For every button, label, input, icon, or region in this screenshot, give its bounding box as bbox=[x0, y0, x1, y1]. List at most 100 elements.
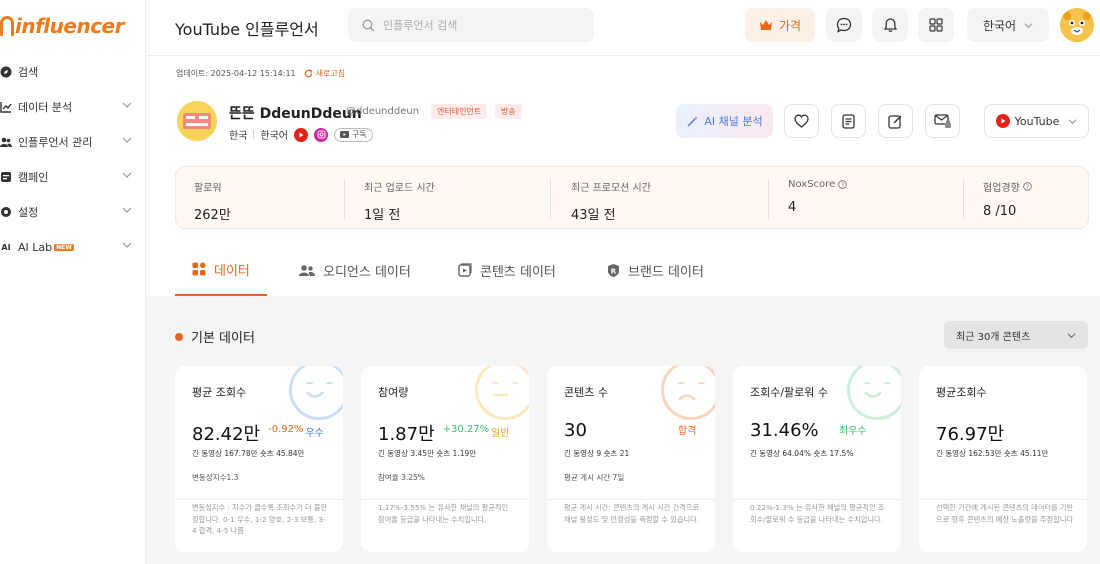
email-button[interactable] bbox=[925, 104, 960, 138]
info-icon[interactable]: ? bbox=[1022, 182, 1032, 191]
search-input[interactable] bbox=[383, 18, 583, 32]
section-title-text: 기본 데이터 bbox=[191, 331, 255, 346]
category-tag[interactable]: 방송 bbox=[495, 104, 522, 119]
tab-label: 브랜드 데이터 bbox=[628, 264, 704, 280]
edit-button[interactable] bbox=[878, 104, 913, 138]
sidebar-item-label: 데이터 분석 bbox=[18, 101, 73, 114]
chat-button[interactable] bbox=[826, 8, 862, 42]
stat-value: 1일 전 bbox=[364, 208, 401, 223]
card-title: 콘텐츠 수 bbox=[564, 386, 608, 399]
language-label: 한국어 bbox=[982, 18, 1017, 33]
card-change: -0.92% bbox=[268, 424, 304, 435]
notification-button[interactable] bbox=[872, 8, 908, 42]
mail-lock-icon bbox=[933, 114, 951, 128]
chevron-down-icon bbox=[1024, 22, 1033, 28]
compass-icon bbox=[0, 66, 12, 78]
sidebar-item-label: AI Lab bbox=[18, 240, 53, 254]
search-box[interactable] bbox=[348, 8, 594, 42]
sidebar-item-settings[interactable]: 설정 bbox=[0, 201, 146, 223]
card-description: 1.17%-3.55% 는 유사한 채널의 평균적인 참여율 등급을 나타내는 … bbox=[378, 503, 509, 524]
apps-button[interactable] bbox=[918, 8, 954, 42]
youtube-icon[interactable] bbox=[294, 127, 309, 142]
logo-text: influencer bbox=[15, 14, 124, 38]
logo[interactable]: influencer bbox=[0, 12, 124, 40]
language-label: 한국어 bbox=[260, 131, 289, 142]
divider bbox=[361, 499, 529, 500]
subscribe-label: 구독 bbox=[352, 130, 367, 139]
tab-audience-data[interactable]: 오디언스 데이터 bbox=[282, 244, 428, 296]
info-icon[interactable]: ? bbox=[838, 180, 848, 189]
stat-value: 43일 전 bbox=[571, 208, 616, 223]
user-avatar[interactable] bbox=[1060, 8, 1094, 42]
instagram-icon[interactable] bbox=[314, 127, 329, 142]
campaign-icon bbox=[0, 171, 12, 183]
card-value: 1.87만 bbox=[378, 424, 435, 445]
metric-card: 평균 조회수 82.42만 -0.92% 우수 긴 동영상 167.78만 숏츠 45.… bbox=[175, 366, 343, 552]
card-description: 변동성지수 : 지수가 클수록 조회수가 더 불안정합니다. 0-1 우수, 1… bbox=[192, 503, 328, 535]
divider bbox=[547, 499, 715, 500]
subscribe-chip[interactable]: 구독 bbox=[334, 127, 373, 142]
magic-wand-icon bbox=[687, 115, 699, 127]
platform-select[interactable]: YouTube bbox=[984, 104, 1089, 138]
stat-label: NoxScore bbox=[788, 179, 836, 190]
metric-card: 평균조회수 76.97만 긴 동영상 162.53만 숏츠 45.11만 선택한 기간… bbox=[919, 366, 1087, 552]
chevron-down-icon bbox=[122, 102, 132, 108]
chevron-down-icon bbox=[122, 242, 132, 248]
stat-label-row: NoxScore ? bbox=[788, 179, 848, 190]
card-title: 참여량 bbox=[378, 386, 409, 399]
card-sub: 긴 동영상 167.78만 숏츠 45.84만 bbox=[192, 449, 305, 458]
sidebar-item-label: 설정 bbox=[18, 206, 39, 219]
metric-card: 조회수/팔로워 수 31.46% 최우수 긴 동영상 64.04% 숏츠 17.5% 0… bbox=[733, 366, 901, 552]
stat-label: 최근 업로드 시간 bbox=[364, 183, 435, 194]
language-select[interactable]: 한국어 bbox=[967, 8, 1049, 42]
divider bbox=[253, 130, 255, 139]
youtube-small-icon bbox=[340, 131, 350, 138]
price-button[interactable]: 가격 bbox=[745, 8, 815, 42]
chart-icon bbox=[0, 101, 12, 113]
metric-card: 참여량 1.87만 +30.27% 일반 긴 동영상 3.45만 숏츠 1.19만 참여율… bbox=[361, 366, 529, 552]
grid-apps-icon bbox=[929, 18, 943, 32]
update-row: 업데이트: 2025-04-12 15:14:11 새로고침 bbox=[176, 68, 345, 79]
card-title: 평균조회수 bbox=[936, 386, 987, 399]
ai-channel-analysis-button[interactable]: AI 채널 분석 bbox=[676, 104, 773, 138]
stat-noxscore: NoxScore ? 4 bbox=[788, 179, 848, 215]
sidebar-item-data-analysis[interactable]: 데이터 분석 bbox=[0, 96, 146, 118]
sidebar-item-influencer-management[interactable]: 인플루언서 관리 bbox=[0, 131, 146, 153]
divider bbox=[175, 499, 343, 500]
card-value: 82.42만 bbox=[192, 424, 261, 445]
stat-value: 8 /10 bbox=[983, 204, 1017, 219]
card-title: 조회수/팔로워 수 bbox=[750, 386, 829, 399]
category-tag[interactable]: 엔터테인먼트 bbox=[431, 104, 488, 119]
card-value: 76.97만 bbox=[936, 424, 1005, 445]
sidebar-item-search[interactable]: 검색 bbox=[0, 61, 146, 83]
stat-label: 협업경향 bbox=[983, 183, 1020, 194]
refresh-button[interactable]: 새로고침 bbox=[304, 68, 345, 79]
divider bbox=[550, 179, 551, 219]
card-description: 0.22%-1.3% 는 유사한 채널의 평균적인 조회수/팔로워 수 등급을 … bbox=[750, 503, 885, 524]
youtube-icon bbox=[995, 114, 1010, 128]
face-happy-icon bbox=[289, 366, 343, 420]
favorite-button[interactable] bbox=[784, 104, 819, 138]
sidebar-item-campaign[interactable]: 캠페인 bbox=[0, 166, 146, 188]
divider bbox=[919, 499, 1087, 500]
tab-label: 데이터 bbox=[214, 263, 250, 279]
range-select[interactable]: 최근 30개 콘텐츠 bbox=[944, 321, 1088, 349]
report-button[interactable] bbox=[831, 104, 866, 138]
tab-content-data[interactable]: 콘텐츠 데이터 bbox=[441, 244, 573, 296]
chevron-down-icon bbox=[122, 207, 132, 213]
card-sub2: 참여율 3.25% bbox=[378, 473, 425, 482]
sidebar-item-ai-lab[interactable]: AI AI Lab NEW bbox=[0, 236, 146, 258]
card-grade: 일반 bbox=[491, 428, 510, 439]
stat-value: 4 bbox=[788, 200, 797, 215]
platform-label: YouTube bbox=[1014, 114, 1060, 128]
page-title: YouTube 인플루언서 bbox=[175, 20, 319, 39]
card-sub2: 평균 게시 시간 7일 bbox=[564, 473, 625, 482]
edit-icon bbox=[888, 114, 902, 129]
tab-data[interactable]: 데이터 bbox=[175, 244, 267, 296]
card-sub: 긴 동영상 3.45만 숏츠 1.19만 bbox=[378, 449, 477, 458]
sidebar-item-label: 검색 bbox=[18, 66, 39, 79]
chevron-down-icon bbox=[1067, 332, 1076, 338]
top-bar: YouTube 인플루언서 가격 한국어 bbox=[146, 0, 1100, 56]
channel-name: 뜬뜬 DdeunDdeun bbox=[229, 106, 362, 122]
tab-brand-data[interactable]: R 브랜드 데이터 bbox=[590, 244, 721, 296]
